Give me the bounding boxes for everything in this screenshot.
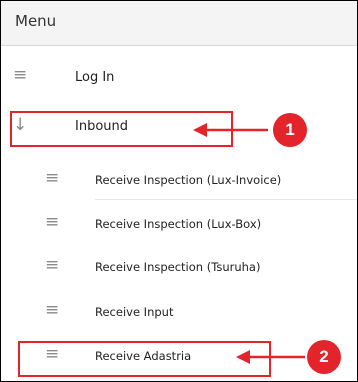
callout-arrow: [193, 123, 305, 364]
menu-panel: Menu ≡ Log In ↓ Inbound ≡ Receive Inspec…: [0, 0, 358, 382]
callout-highlight-box: [18, 341, 271, 377]
callout-badge: 1: [273, 113, 307, 147]
callout-badge: 2: [307, 340, 341, 374]
